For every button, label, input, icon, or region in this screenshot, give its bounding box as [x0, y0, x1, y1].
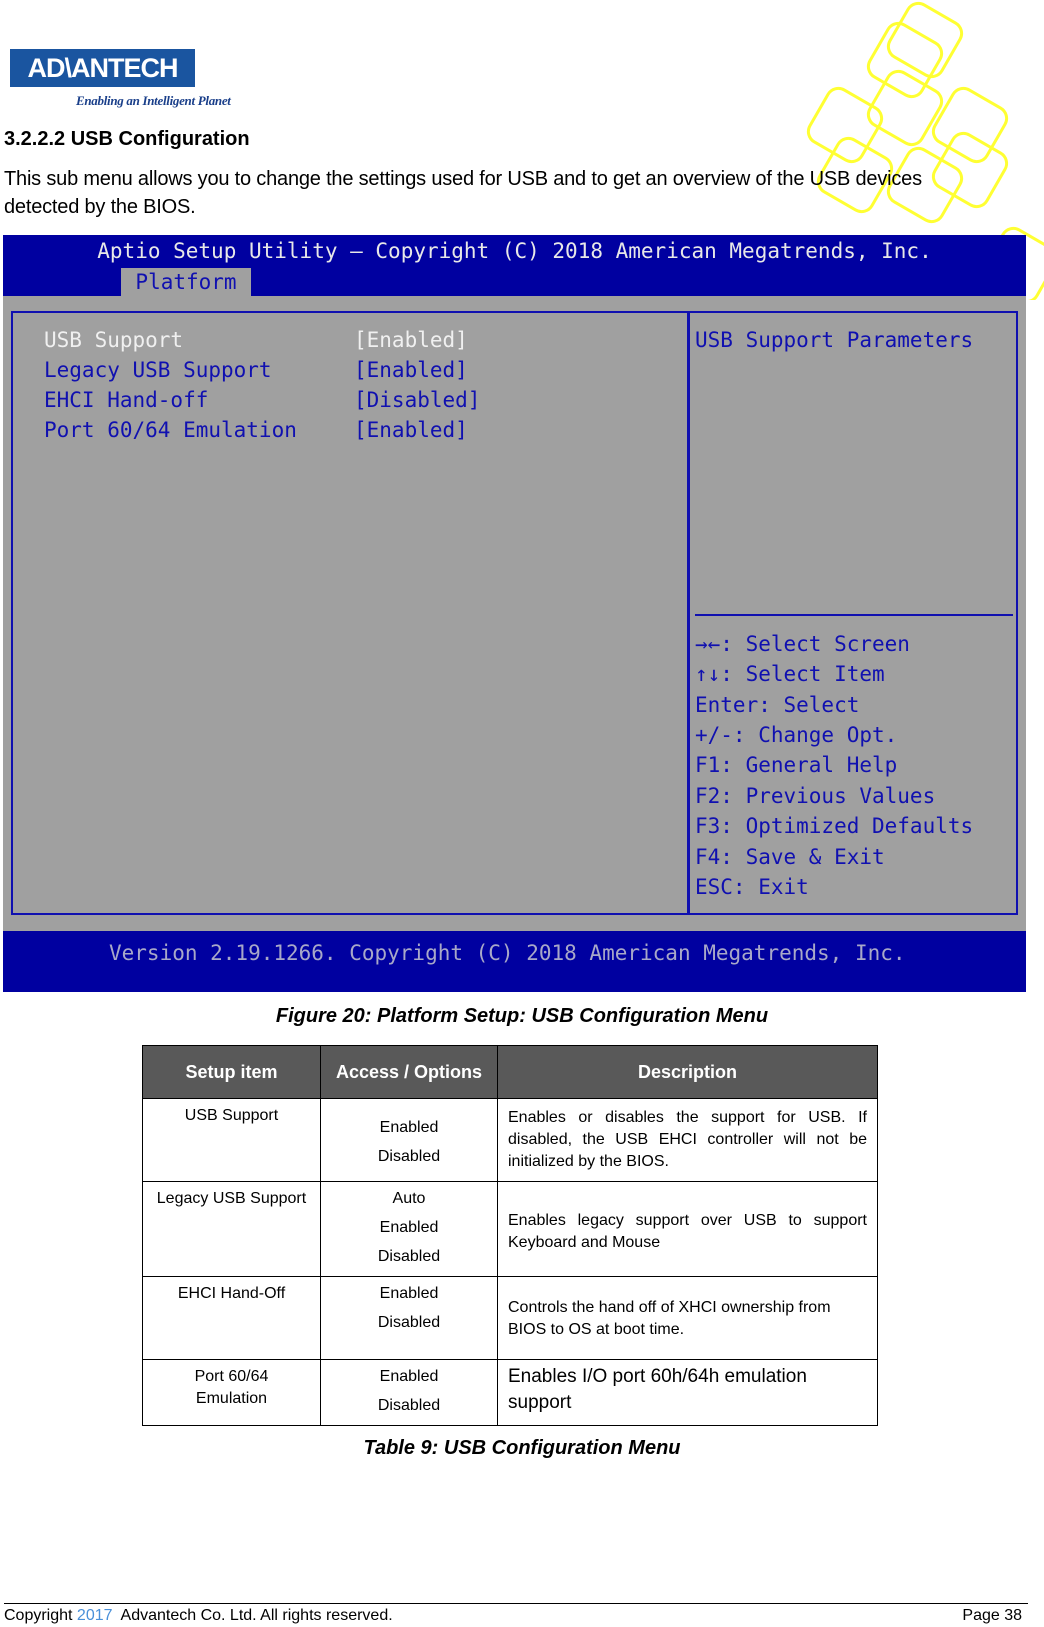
header-setup-item: Setup item: [142, 1045, 321, 1099]
usb-config-table: Setup item Access / Options Description …: [142, 1045, 878, 1426]
key-help: F4: Save & Exit: [695, 845, 885, 869]
cell-description: Controls the hand off of XHCI ownership …: [497, 1276, 878, 1360]
page-number: Page 38: [962, 1607, 1022, 1624]
option: Disabled: [377, 1314, 441, 1331]
option: Enabled: [379, 1219, 439, 1236]
cell-description: Enables legacy support over USB to suppo…: [497, 1181, 878, 1277]
table-row: EHCI Hand-Off Enabled Disabled Controls t…: [142, 1276, 878, 1360]
option: Auto: [392, 1190, 426, 1207]
bios-status-bar: Version 2.19.1266. Copyright (C) 2018 Am…: [3, 931, 1026, 992]
help-title: USB Support Parameters: [695, 328, 974, 352]
bios-screenshot: Aptio Setup Utility – Copyright (C) 2018…: [3, 235, 1026, 992]
footer-copyright: Copyright 2017 Advantech Co. Ltd. All ri…: [4, 1607, 393, 1625]
cell-options: Enabled Disabled: [320, 1098, 498, 1182]
bios-version: Version 2.19.1266. Copyright (C) 2018 Am…: [109, 941, 906, 965]
option: Disabled: [377, 1248, 441, 1265]
logo-tagline: Enabling an Intelligent Planet: [76, 93, 231, 108]
key-help: ESC: Exit: [695, 875, 809, 899]
tab-platform[interactable]: Platform: [121, 268, 251, 296]
cell-item: USB Support: [142, 1098, 321, 1182]
cell-options: Enabled Disabled: [320, 1359, 498, 1426]
key-help: F3: Optimized Defaults: [695, 814, 974, 838]
bios-title: Aptio Setup Utility – Copyright (C) 2018…: [97, 239, 932, 263]
item-ehci-value[interactable]: [Disabled]: [354, 388, 480, 412]
key-help: →←: Select Screen: [695, 632, 910, 656]
key-help: F1: General Help: [695, 753, 898, 777]
item-legacy-usb-value[interactable]: [Enabled]: [354, 358, 468, 382]
item-usb-support-label[interactable]: USB Support: [44, 328, 183, 352]
key-help: Enter: Select: [695, 693, 860, 717]
header-description: Description: [497, 1045, 878, 1099]
cell-item: Port 60/64 Emulation: [142, 1359, 321, 1426]
cell-item: Legacy USB Support: [142, 1181, 321, 1277]
key-help: ↑↓: Select Item: [695, 662, 885, 686]
cell-options: Enabled Disabled: [320, 1276, 498, 1360]
table-caption: Table 9: USB Configuration Menu: [363, 1437, 681, 1459]
cell-options: Auto Enabled Disabled: [320, 1181, 498, 1277]
cell-item: EHCI Hand-Off: [142, 1276, 321, 1360]
key-help: F2: Previous Values: [695, 784, 936, 808]
table-row: USB Support Enabled Disabled Enables or d…: [142, 1098, 878, 1182]
bios-title-bar: Aptio Setup Utility – Copyright (C) 2018…: [3, 235, 1026, 296]
table-row: Legacy USB Support Auto Enabled Disabled E…: [142, 1181, 878, 1277]
intro-line-2: detected by the BIOS.: [4, 196, 196, 218]
intro-line-1: This sub menu allows you to change the s…: [4, 168, 922, 190]
panel-divider: [687, 311, 690, 915]
item-legacy-usb-label[interactable]: Legacy USB Support: [44, 358, 272, 382]
header-options: Access / Options: [320, 1045, 498, 1099]
help-separator: [695, 614, 1013, 616]
option: Enabled: [379, 1119, 439, 1136]
item-port6064-value[interactable]: [Enabled]: [354, 418, 468, 442]
copyright-prefix: Copyright: [4, 1607, 77, 1624]
advantech-logo: AD\ANTECH: [10, 49, 195, 87]
table-row: Port 60/64 Emulation Enabled Disabled Ena…: [142, 1359, 878, 1426]
cell-description: Enables or disables the support for USB.…: [497, 1098, 878, 1182]
table-header: Setup item Access / Options Description: [142, 1045, 878, 1099]
item-usb-support-value[interactable]: [Enabled]: [354, 328, 468, 352]
cell-description: Enables I/O port 60h/64h emulation suppo…: [497, 1359, 878, 1426]
footer-divider: [4, 1603, 1028, 1604]
item-port6064-label[interactable]: Port 60/64 Emulation: [44, 418, 297, 442]
key-help: +/-: Change Opt.: [695, 723, 898, 747]
option: Disabled: [377, 1148, 441, 1165]
copyright-suffix: Advantech Co. Ltd. All rights reserved.: [112, 1607, 393, 1624]
item-ehci-label[interactable]: EHCI Hand-off: [44, 388, 208, 412]
copyright-year: 2017: [76, 1607, 113, 1624]
figure-caption: Figure 20: Platform Setup: USB Configura…: [275, 1005, 769, 1027]
option: Enabled: [379, 1368, 439, 1385]
section-heading: 3.2.2.2 USB Configuration: [4, 128, 250, 150]
option: Enabled: [379, 1285, 439, 1302]
option: Disabled: [377, 1397, 441, 1414]
